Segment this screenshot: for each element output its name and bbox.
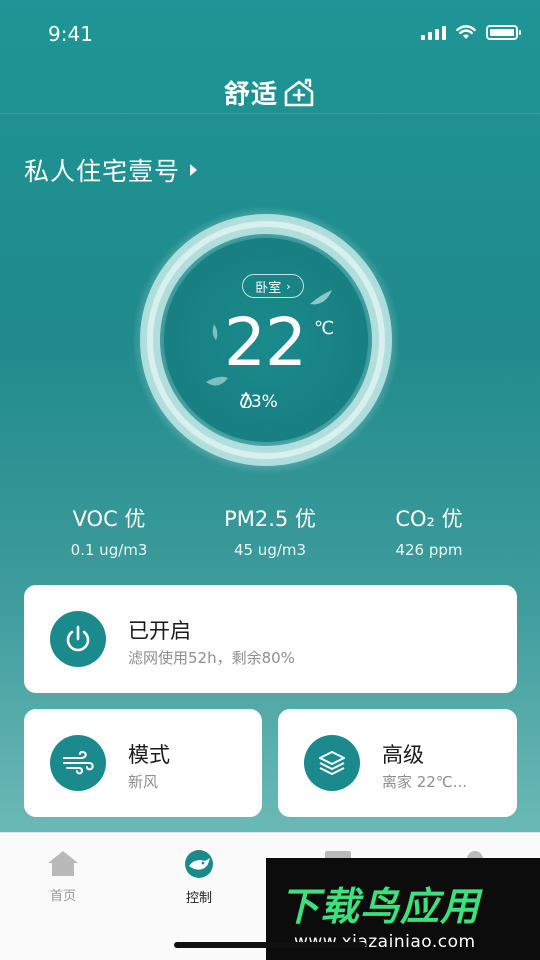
app-header: 舒适 [0, 70, 540, 114]
wind-icon [63, 750, 94, 775]
tab-label: 控制 [185, 891, 212, 906]
residence-selector[interactable]: 私人住宅壹号 [24, 152, 198, 188]
metric-value: 0.1 ug/m3 [70, 541, 148, 559]
chevron-right-icon: › [286, 279, 291, 293]
power-status: 已开启 [128, 619, 191, 643]
house-plus-icon [284, 78, 314, 106]
advanced-icon-badge [304, 735, 360, 791]
residence-name: 私人住宅壹号 [24, 157, 181, 186]
mode-title: 模式 [128, 743, 170, 767]
power-button[interactable] [50, 611, 106, 667]
status-bar: 9:41 [0, 0, 540, 70]
mode-value: 新风 [128, 773, 159, 791]
tab-label: 首页 [49, 889, 76, 904]
status-icons [421, 25, 521, 40]
filter-status: 滤网使用52h，剩余80% [128, 649, 295, 667]
layers-icon [319, 751, 345, 775]
metric-value: 45 ug/m3 [233, 541, 307, 559]
climate-gauge: 卧室 › 22 ℃ 73% [130, 204, 402, 476]
humidity-readout: 73% [240, 392, 278, 412]
temperature-value: 22 [224, 304, 307, 381]
watermark-logo: 下载鸟应用 [280, 885, 481, 930]
metric-title: VOC 优 [72, 507, 146, 531]
metric-voc: VOC 优 0.1 ug/m3 [29, 503, 189, 559]
home-icon [48, 851, 78, 876]
power-icon [66, 625, 90, 652]
air-quality-metrics: VOC 优 0.1 ug/m3 PM2.5 优 45 ug/m3 CO₂ 优 4… [0, 503, 540, 563]
metric-co2: CO₂ 优 426 ppm [349, 503, 509, 559]
mode-icon-badge [50, 735, 106, 791]
cellular-signal-icon [421, 25, 446, 40]
power-card[interactable]: 已开启 滤网使用52h，剩余80% [24, 585, 517, 693]
water-drop-icon [240, 392, 252, 408]
control-icon [185, 850, 213, 878]
metric-pm25: PM2.5 优 45 ug/m3 [190, 503, 350, 559]
temperature-unit: ℃ [314, 318, 335, 339]
tab-control[interactable]: 控制 [149, 849, 249, 906]
home-indicator [174, 942, 366, 948]
room-selector[interactable]: 卧室 › [242, 274, 304, 298]
tab-home[interactable]: 首页 [13, 849, 113, 904]
wifi-icon [456, 25, 476, 39]
status-time: 9:41 [48, 22, 93, 46]
metric-value: 426 ppm [395, 541, 463, 559]
battery-icon [486, 25, 521, 40]
app-logo: 舒适 [224, 74, 316, 111]
app-name: 舒适 [223, 80, 279, 110]
caret-right-icon [190, 164, 198, 176]
metric-title: CO₂ 优 [395, 507, 463, 531]
metric-title: PM2.5 优 [224, 507, 316, 531]
room-name: 卧室 [255, 280, 282, 296]
advanced-value: 离家 22℃... [382, 773, 468, 791]
advanced-title: 高级 [382, 743, 424, 767]
mode-card[interactable]: 模式 新风 [24, 709, 262, 817]
advanced-card[interactable]: 高级 离家 22℃... [278, 709, 517, 817]
